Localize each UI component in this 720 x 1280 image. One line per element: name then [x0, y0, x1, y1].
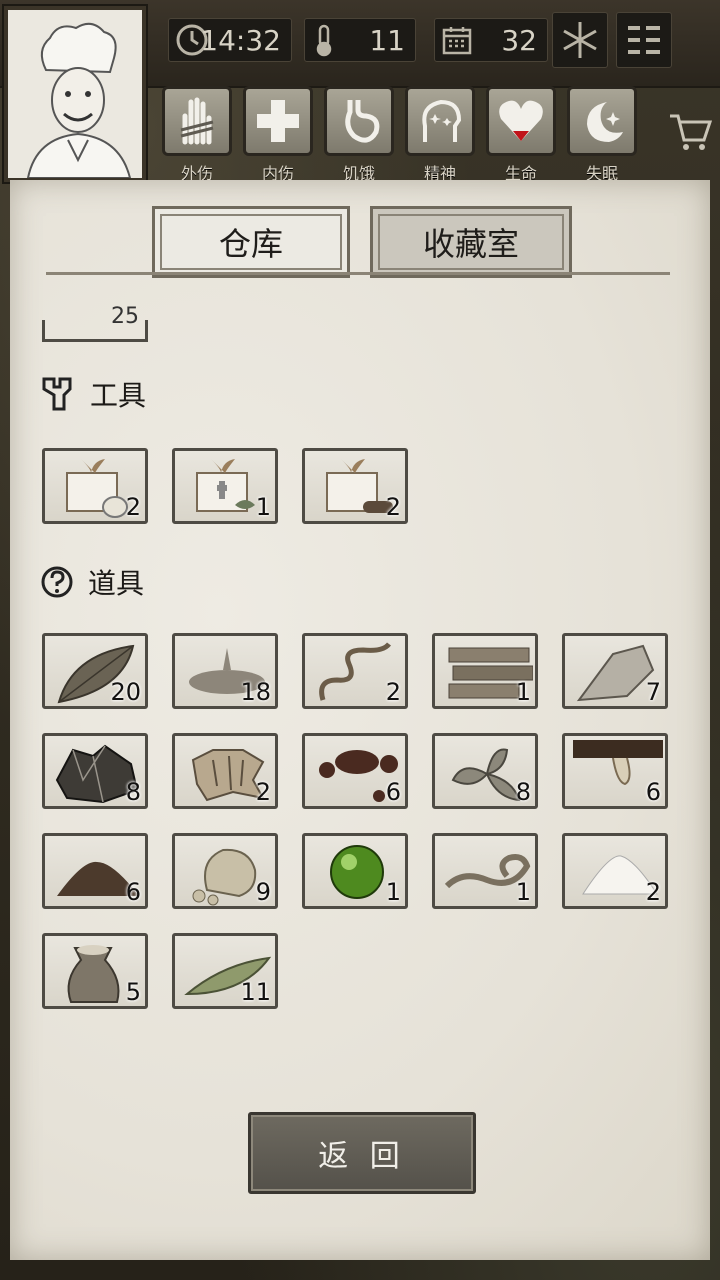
- back-button[interactable]: 返 回: [248, 1112, 476, 1194]
- prop-slot-green-orb[interactable]: 1: [302, 833, 408, 909]
- menu-button[interactable]: [616, 12, 672, 68]
- item-quantity: 8: [125, 778, 141, 806]
- prop-slot-herb[interactable]: 8: [432, 733, 538, 809]
- item-quantity: 2: [125, 493, 141, 521]
- condition-internal-injury[interactable]: 内伤: [243, 86, 313, 183]
- tool-slot-cooking-kit[interactable]: 2: [42, 448, 148, 524]
- item-quantity: 1: [385, 878, 401, 906]
- section-title: 工具: [90, 379, 147, 412]
- item-quantity: 1: [255, 493, 271, 521]
- prop-slot-salt[interactable]: 2: [562, 833, 668, 909]
- prop-slot-grain-sack[interactable]: 5: [42, 933, 148, 1009]
- item-quantity: 2: [255, 778, 271, 806]
- prop-slot-wood-planks[interactable]: 1: [432, 633, 538, 709]
- tab-divider: [46, 272, 670, 275]
- weather-button[interactable]: [552, 12, 608, 68]
- prop-slot-leaf[interactable]: 20: [42, 633, 148, 709]
- item-quantity: 1: [515, 678, 531, 706]
- item-quantity: 6: [125, 878, 141, 906]
- prop-slot-soil[interactable]: 6: [42, 833, 148, 909]
- prop-slot-rock[interactable]: 9: [172, 833, 278, 909]
- item-quantity: 2: [645, 878, 661, 906]
- props-section-header: 道具: [40, 562, 144, 602]
- tools-section-header: 工具: [40, 374, 146, 414]
- tool-slot-woodwork-kit[interactable]: 2: [302, 448, 408, 524]
- condition-hunger[interactable]: 饥饿: [324, 86, 394, 183]
- item-quantity: 6: [385, 778, 401, 806]
- item-quantity: 11: [240, 978, 271, 1006]
- medical-cross-icon: [257, 100, 299, 142]
- temperature-value: 11: [369, 23, 405, 57]
- menu-icon: [628, 26, 660, 54]
- calendar-icon: [442, 27, 472, 55]
- day-display: 32: [434, 18, 548, 62]
- prop-slot-stone[interactable]: 7: [562, 633, 668, 709]
- item-quantity: 1: [515, 878, 531, 906]
- heart-icon: [499, 100, 543, 141]
- item-quantity: 8: [515, 778, 531, 806]
- snowflake-icon: [563, 22, 597, 58]
- tool-slot-medical-kit[interactable]: 1: [172, 448, 278, 524]
- item-quantity: 20: [110, 678, 141, 706]
- cart-icon: [670, 114, 713, 150]
- shop-cart-button[interactable]: [668, 112, 713, 156]
- clock-display: 14:32: [168, 18, 292, 62]
- day-value: 32: [501, 23, 537, 57]
- item-quantity: 2: [385, 493, 401, 521]
- condition-insomnia[interactable]: 失眠: [567, 86, 637, 183]
- prop-slot-ore[interactable]: 8: [42, 733, 148, 809]
- wrench-icon: [42, 377, 72, 411]
- tab-warehouse[interactable]: 仓库: [152, 206, 350, 278]
- item-quantity: 18: [240, 678, 271, 706]
- prop-slot-rope[interactable]: 1: [432, 833, 538, 909]
- prop-slot-water-puddle[interactable]: 18: [172, 633, 278, 709]
- section-title: 道具: [88, 567, 145, 600]
- prop-slot-sap[interactable]: 6: [562, 733, 668, 809]
- stomach-icon: [345, 100, 380, 143]
- item-quantity: 6: [645, 778, 661, 806]
- item-quantity: 2: [385, 678, 401, 706]
- head-stars-icon: [422, 99, 462, 142]
- prop-slot-long-leaf[interactable]: 11: [172, 933, 278, 1009]
- item-quantity: 9: [255, 878, 271, 906]
- chef-portrait[interactable]: [4, 6, 146, 182]
- bandaged-hand-icon: [180, 97, 214, 145]
- inventory-panel: [10, 180, 710, 1260]
- prop-slot-blood[interactable]: 6: [302, 733, 408, 809]
- item-quantity: 25: [111, 304, 139, 329]
- partial-item-slot[interactable]: 25: [42, 304, 148, 342]
- item-quantity: 5: [125, 978, 141, 1006]
- condition-life[interactable]: 生命: [486, 86, 556, 183]
- question-circle-icon: [41, 566, 73, 598]
- item-quantity: 7: [645, 678, 661, 706]
- prop-slot-vine[interactable]: 2: [302, 633, 408, 709]
- thermometer-icon: [316, 24, 332, 57]
- prop-slot-animal-hide[interactable]: 2: [172, 733, 278, 809]
- temperature-display: 11: [304, 18, 416, 62]
- moon-icon: [587, 102, 623, 142]
- condition-spirit[interactable]: 精神: [405, 86, 475, 183]
- time-value: 14:32: [200, 23, 281, 57]
- condition-external-injury[interactable]: 外伤: [162, 86, 232, 183]
- tab-collection[interactable]: 收藏室: [370, 206, 572, 278]
